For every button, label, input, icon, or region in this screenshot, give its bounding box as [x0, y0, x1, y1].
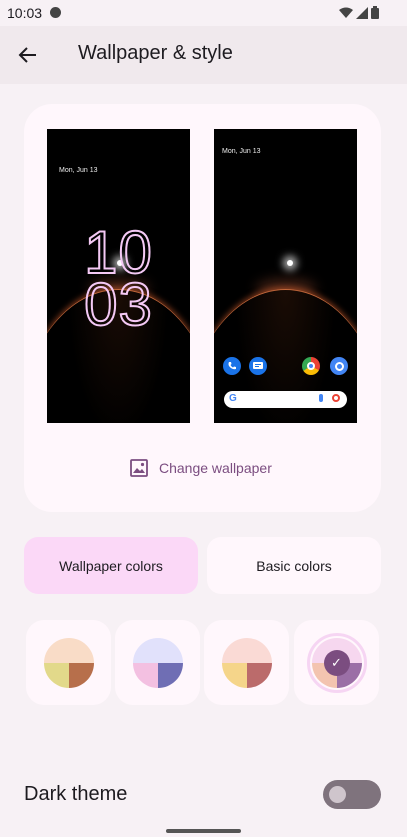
dark-theme-label: Dark theme: [24, 783, 128, 805]
swatch-bottom-right: [157, 662, 183, 688]
messages-app-icon: [249, 357, 267, 375]
tab-wallpaper-colors[interactable]: Wallpaper colors: [24, 537, 198, 594]
color-option-1[interactable]: [26, 620, 111, 705]
check-icon: ✓: [323, 649, 350, 676]
change-wallpaper-label: Change wallpaper: [159, 460, 272, 476]
status-bar: 10:03: [0, 0, 407, 26]
color-option-2[interactable]: [115, 620, 200, 705]
swatch-bottom-left: [43, 662, 69, 688]
top-app-bar: Wallpaper & style: [0, 26, 407, 84]
lock-screen-preview[interactable]: Mon, Jun 13 10 03: [47, 129, 190, 423]
change-wallpaper-button[interactable]: Change wallpaper: [129, 456, 272, 480]
arrow-back-icon: [18, 47, 36, 63]
lock-screen-date: Mon, Jun 13: [59, 167, 98, 174]
lens-icon: [332, 394, 340, 402]
color-swatch: [221, 637, 272, 688]
swatch-bottom-right: [246, 662, 272, 688]
tab-label: Wallpaper colors: [59, 557, 163, 574]
swatch-top: [221, 637, 272, 663]
color-option-4-selected[interactable]: ✓: [294, 620, 379, 705]
google-logo: G: [229, 393, 237, 404]
wifi-icon: [339, 7, 353, 18]
page-title: Wallpaper & style: [78, 42, 233, 64]
chrome-app-icon: [302, 357, 320, 375]
battery-icon: [371, 6, 379, 19]
google-search-bar: G: [224, 391, 347, 408]
color-swatch: [132, 637, 183, 688]
color-option-3[interactable]: [204, 620, 289, 705]
swatch-top: [43, 637, 94, 663]
toggle-knob: [329, 786, 346, 803]
gesture-navigation-bar[interactable]: [166, 829, 241, 833]
swatch-top: [132, 637, 183, 663]
home-screen-preview[interactable]: Mon, Jun 13 G: [214, 129, 357, 423]
back-button[interactable]: [14, 41, 42, 69]
dark-theme-toggle[interactable]: [323, 780, 381, 809]
swatch-bottom-left: [132, 662, 158, 688]
wallpaper-icon: [130, 459, 148, 477]
clock-minutes: 03: [83, 271, 153, 338]
selected-ring: ✓: [306, 632, 367, 693]
signal-icon: [356, 6, 368, 19]
swatch-bottom-left: [221, 662, 247, 688]
swatch-bottom-right: [68, 662, 94, 688]
home-screen-date: Mon, Jun 13: [222, 148, 261, 155]
notification-icon: [50, 7, 61, 18]
wallpaper-preview-card: Mon, Jun 13 10 03 Mon, Jun 13 G Change w…: [24, 104, 381, 512]
camera-app-icon: [330, 357, 348, 375]
status-icons: [339, 6, 379, 19]
tab-basic-colors[interactable]: Basic colors: [207, 537, 381, 594]
color-swatch: [43, 637, 94, 688]
mic-icon: [319, 394, 323, 402]
star: [287, 260, 293, 266]
status-time: 10:03: [7, 5, 43, 21]
tab-label: Basic colors: [256, 557, 332, 574]
phone-app-icon: [223, 357, 241, 375]
